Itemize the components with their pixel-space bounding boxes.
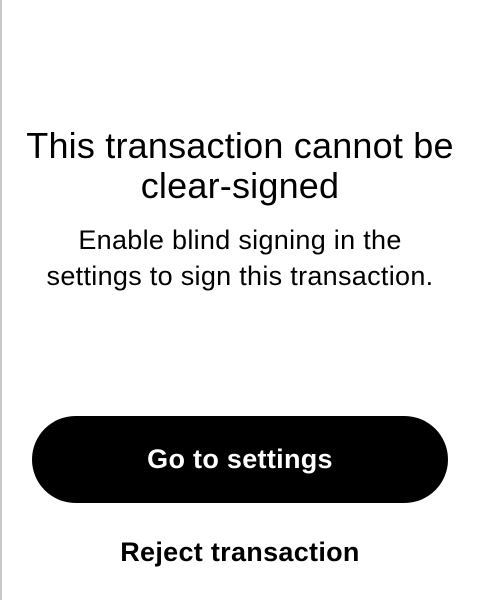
dialog-title: This transaction cannot be clear-signed xyxy=(26,125,454,206)
dialog-message: Enable blind signing in the settings to … xyxy=(46,225,434,291)
go-to-settings-button[interactable]: Go to settings xyxy=(32,416,448,503)
blind-signing-screen: This transaction cannot be clear-signed … xyxy=(0,0,480,600)
reject-transaction-button[interactable]: Reject transaction xyxy=(32,532,448,572)
